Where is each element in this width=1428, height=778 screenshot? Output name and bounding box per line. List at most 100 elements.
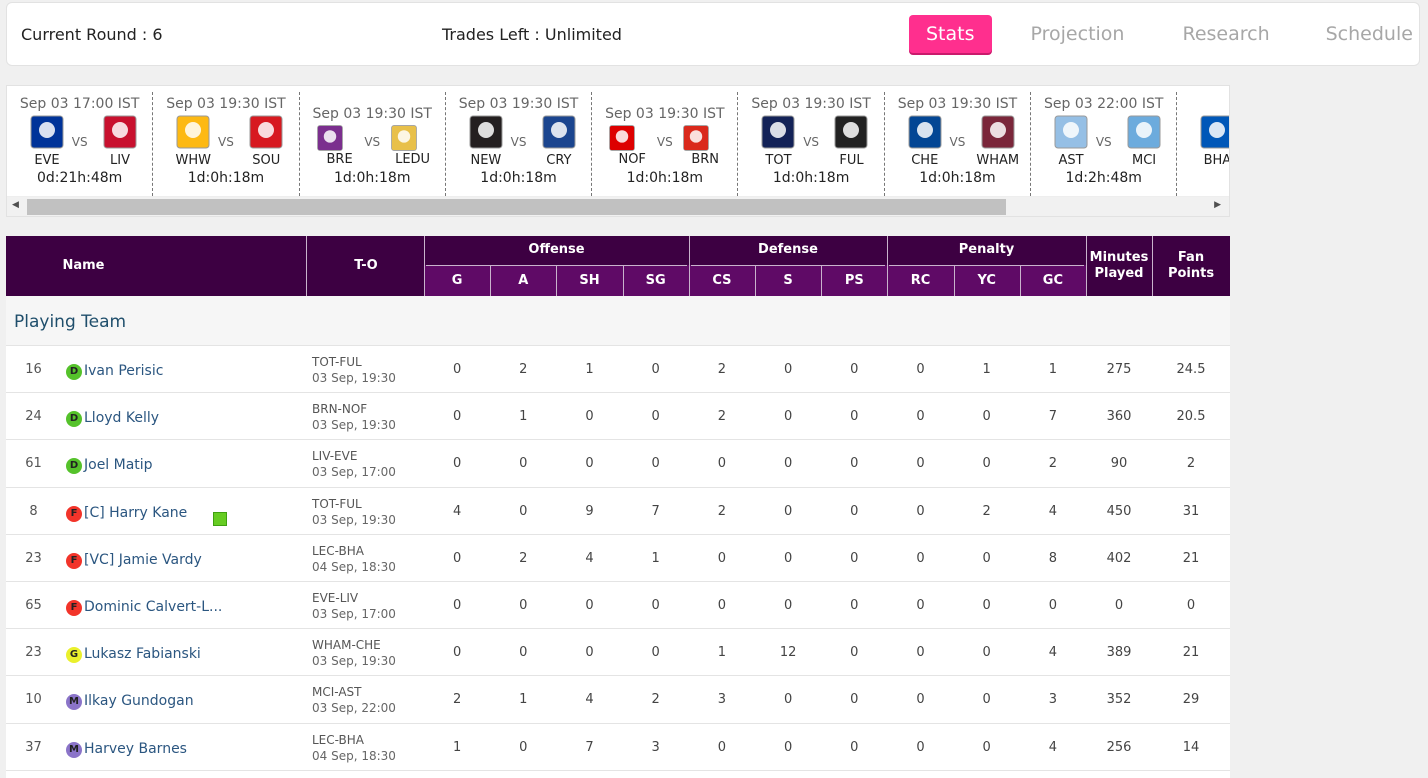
stat-cell-s: 0 [783, 692, 793, 708]
minutes-cell: 0 [1114, 597, 1124, 613]
table-row[interactable]: 23 F [VC] Jamie Vardy LEC-BHA 04 Sep, 18… [6, 535, 1230, 582]
away-crest-icon [981, 115, 1015, 149]
fixture-card[interactable]: Sep 03 22:00 IST VS AST MCI 1d:2h:48m [1031, 92, 1178, 196]
stat-cell-g: 0 [452, 550, 462, 566]
player-name-link[interactable]: Ilkay Gundogan [84, 676, 194, 726]
header-penalty: Penalty [958, 242, 1015, 257]
player-name-link[interactable]: [VC] Jamie Vardy [84, 535, 202, 585]
stat-cell-sg: 2 [651, 692, 660, 708]
player-fixture: LEC-BHA 04 Sep, 18:30 [312, 732, 396, 764]
table-row[interactable]: 8 F [C] Harry Kane TOT-FUL 03 Sep, 19:30… [6, 488, 1230, 535]
stat-cell-cs: 3 [717, 692, 727, 708]
stat-cell-a: 1 [519, 692, 528, 708]
tab-projection[interactable]: Projection [1014, 15, 1142, 53]
player-rows: 16 D Ivan Perisic TOT-FUL 03 Sep, 19:30 … [6, 346, 1230, 771]
stat-cell-cs: 1 [717, 645, 727, 661]
fixture-date: 04 Sep, 18:30 [312, 748, 396, 763]
fixture-card[interactable]: Sep 03 19:30 IST VS CHE WHAM 1d:0h:18m [885, 92, 1032, 196]
away-team-abbr: SOU [252, 153, 281, 168]
stat-cell-cs: 0 [717, 597, 727, 613]
fixture-date: 03 Sep, 17:00 [312, 606, 396, 621]
table-row[interactable]: 24 D Lloyd Kelly BRN-NOF 03 Sep, 19:30 0… [6, 393, 1230, 443]
stat-cell-s: 0 [783, 503, 793, 519]
header-stat-rc[interactable]: RC [887, 273, 953, 288]
status-flag-icon [213, 511, 227, 526]
stat-cell-rc: 0 [916, 456, 925, 472]
stat-cell-g: 4 [452, 503, 462, 519]
stat-cell-sh: 7 [585, 739, 594, 755]
table-row[interactable]: 37 M Harvey Barnes LEC-BHA 04 Sep, 18:30… [6, 724, 1230, 771]
table-row[interactable]: 61 D Joel Matip LIV-EVE 03 Sep, 17:00 0 0… [6, 440, 1230, 490]
stat-cell-cs: 2 [717, 409, 727, 425]
table-row[interactable]: 65 F Dominic Calvert-L... EVE-LIV 03 Sep… [6, 582, 1230, 632]
stat-cell-yc: 0 [982, 550, 991, 566]
player-name-link[interactable]: Ivan Perisic [84, 346, 163, 396]
header-stat-ps[interactable]: PS [821, 273, 887, 288]
player-name-link[interactable]: Lloyd Kelly [84, 393, 159, 443]
stat-cell-sg: 0 [651, 409, 660, 425]
fixture-card[interactable]: Sep 03 19:30 IST VS WHW SOU 1d:0h:18m [153, 92, 300, 196]
stat-cell-sh: 9 [585, 503, 594, 519]
player-name-link[interactable]: Lukasz Fabianski [84, 629, 201, 679]
points-cell: 21 [1182, 550, 1200, 566]
stat-cell-gc: 4 [1048, 503, 1058, 519]
away-team-abbr: LIV [110, 153, 130, 168]
fixture-card[interactable]: Sep 03 19:30 IST VS TOT FUL 1d:0h:18m [738, 92, 885, 196]
fixture-date: 03 Sep, 17:00 [312, 465, 396, 480]
stat-cell-cs: 0 [717, 739, 727, 755]
stat-cell-ps: 0 [850, 362, 859, 377]
vs-label: VS [656, 135, 673, 149]
stat-cell-gc: 2 [1048, 456, 1058, 472]
player-name-link[interactable]: [C] Harry Kane [84, 488, 187, 538]
scroll-left-icon[interactable]: ◀ [12, 200, 19, 210]
tab-stats[interactable]: Stats [909, 15, 992, 53]
player-fixture: BRN-NOF 03 Sep, 19:30 [312, 401, 396, 433]
fixture-match: MCI-AST [312, 685, 362, 700]
header-stat-sh[interactable]: SH [556, 273, 622, 288]
top-bar: Current Round : 6 Trades Left : Unlimite… [6, 2, 1420, 66]
scrollbar-thumb[interactable] [27, 199, 1006, 215]
fixture-card[interactable]: Sep 03 19:30 IST VS NEW CRY 1d:0h:18m [446, 92, 593, 196]
fixture-time: Sep 03 19:30 IST [751, 96, 871, 112]
player-number: 23 [25, 550, 42, 566]
fixtures-scrollbar[interactable]: ◀ ▶ [7, 196, 1229, 216]
fixture-card[interactable]: Sep 0 VS BHA 1c [1177, 92, 1229, 196]
fixture-card[interactable]: Sep 03 17:00 IST VS EVE LIV 0d:21h:48m [7, 92, 154, 196]
header-stat-yc[interactable]: YC [954, 273, 1020, 288]
stat-cell-s: 0 [783, 739, 793, 755]
stat-cell-ps: 0 [850, 739, 859, 755]
stat-cell-yc: 1 [982, 362, 991, 377]
header-stat-g[interactable]: G [424, 273, 490, 288]
fixture-card[interactable]: Sep 03 19:30 IST VS NOF BRN 1d:0h:18m [592, 92, 739, 196]
fixture-time: Sep 03 19:30 IST [458, 96, 579, 112]
scroll-right-icon[interactable]: ▶ [1214, 200, 1221, 210]
stat-cell-cs: 2 [717, 503, 727, 519]
fixture-match: TOT-FUL [312, 355, 362, 369]
table-row[interactable]: 23 G Lukasz Fabianski WHAM-CHE 03 Sep, 1… [6, 629, 1230, 679]
header-stat-s[interactable]: S [755, 273, 821, 288]
player-name-link[interactable]: Joel Matip [84, 440, 153, 490]
player-name-link[interactable]: Harvey Barnes [84, 724, 187, 774]
header-stat-a[interactable]: A [490, 273, 556, 288]
fixture-card[interactable]: Sep 03 19:30 IST VS BRE LEDU 1d:0h:18m [300, 92, 446, 196]
stat-cell-g: 2 [452, 692, 462, 708]
header-stat-cs[interactable]: CS [689, 273, 755, 288]
header-stat-gc[interactable]: GC [1020, 273, 1086, 288]
header-divider [556, 265, 558, 296]
header-to: T-O [354, 258, 378, 273]
tab-research[interactable]: Research [1165, 15, 1286, 53]
stat-cell-s: 12 [779, 645, 797, 661]
away-team-abbr: CRY [546, 153, 572, 168]
header-stat-sg[interactable]: SG [623, 273, 689, 288]
tab-schedule[interactable]: Schedule [1309, 15, 1428, 53]
player-name-link[interactable]: Dominic Calvert-L... [84, 582, 222, 632]
stat-cell-rc: 0 [916, 550, 925, 566]
stat-cell-ps: 0 [850, 550, 859, 566]
fixture-countdown: 1d:0h:18m [334, 170, 411, 186]
header-group-underline [889, 265, 1084, 266]
stat-cell-ps: 0 [850, 597, 859, 613]
home-team-abbr: EVE [34, 153, 60, 168]
table-row[interactable]: 10 M Ilkay Gundogan MCI-AST 03 Sep, 22:0… [6, 676, 1230, 726]
table-row[interactable]: 16 D Ivan Perisic TOT-FUL 03 Sep, 19:30 … [6, 346, 1230, 396]
away-team-abbr: LEDU [395, 152, 431, 167]
